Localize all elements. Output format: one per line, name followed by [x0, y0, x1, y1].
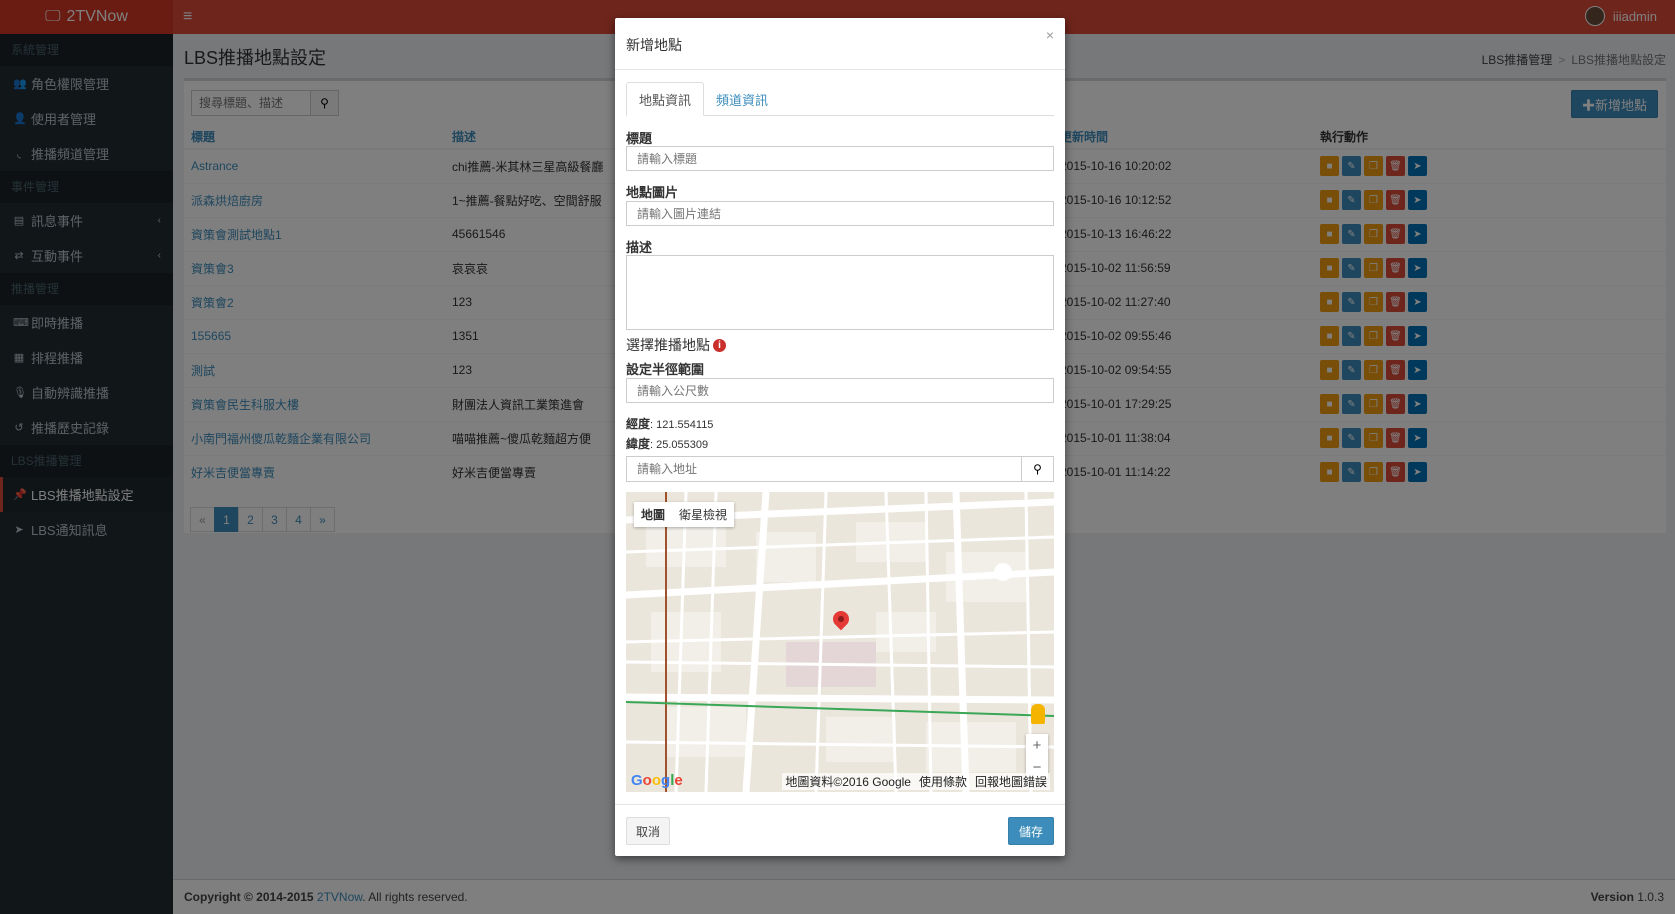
- location-section-title: 選擇推播地點 i: [626, 335, 726, 355]
- image-url-input[interactable]: [626, 201, 1054, 226]
- address-search-button[interactable]: ⚲: [1022, 456, 1054, 482]
- search-icon: ⚲: [1033, 462, 1042, 476]
- modal-tabs: 地點資訊 頻道資訊: [626, 82, 1054, 116]
- info-icon[interactable]: i: [713, 338, 726, 352]
- address-search-group: ⚲: [626, 456, 1054, 482]
- save-button[interactable]: 儲存: [1007, 817, 1054, 845]
- close-icon[interactable]: ×: [1046, 27, 1054, 43]
- tab-location-info[interactable]: 地點資訊: [626, 82, 705, 116]
- modal-header: 新增地點 ×: [615, 18, 1065, 70]
- map-type-roadmap[interactable]: 地圖: [634, 502, 672, 527]
- modal-title: 新增地點: [626, 37, 682, 53]
- map-terms-link[interactable]: 使用條款: [919, 773, 967, 790]
- cancel-button[interactable]: 取消: [626, 817, 671, 845]
- address-input[interactable]: [626, 456, 1022, 482]
- latitude-readout: 緯度: 25.055309: [626, 437, 709, 451]
- radius-input[interactable]: [626, 378, 1054, 403]
- modal-footer: 取消 儲存: [615, 804, 1065, 856]
- map-report-link[interactable]: 回報地圖錯誤: [975, 773, 1047, 790]
- tab-channel-info[interactable]: 頻道資訊: [704, 82, 780, 116]
- google-logo: Google: [631, 772, 683, 789]
- map-tiles: [626, 492, 1054, 792]
- map-view[interactable]: 地圖 衛星檢視 + − Google 地圖資料©2016 Google 使用條款…: [626, 492, 1054, 792]
- longitude-readout: 經度: 121.554115: [626, 417, 714, 431]
- map-type-satellite[interactable]: 衛星檢視: [672, 502, 734, 527]
- image-label: 地點圖片: [626, 185, 679, 200]
- map-type-control: 地圖 衛星檢視: [634, 502, 735, 527]
- description-label: 描述: [626, 240, 653, 255]
- radius-label: 設定半徑範圍: [626, 362, 705, 377]
- title-input[interactable]: [626, 146, 1054, 171]
- pegman-icon[interactable]: [1031, 704, 1045, 724]
- title-label: 標題: [626, 131, 653, 146]
- add-location-modal: 新增地點 × 地點資訊 頻道資訊 標題 地點圖片 描述 選擇推播地點i 設定半徑…: [615, 18, 1065, 856]
- zoom-control: + −: [1026, 734, 1048, 778]
- map-data-credit: 地圖資料©2016 Google: [785, 775, 911, 789]
- description-textarea[interactable]: [626, 255, 1054, 330]
- zoom-in-button[interactable]: +: [1026, 734, 1048, 756]
- map-attribution: 地圖資料©2016 Google 使用條款 回報地圖錯誤: [782, 773, 1050, 790]
